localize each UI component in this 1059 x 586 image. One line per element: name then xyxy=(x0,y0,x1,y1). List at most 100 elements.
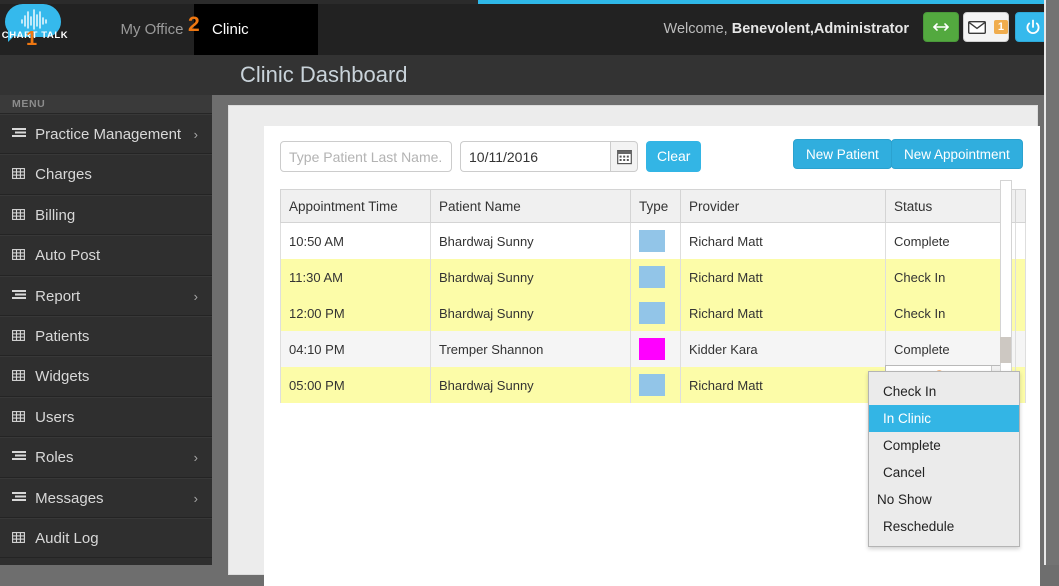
table-row[interactable]: 12:00 PM Bhardwaj Sunny Richard Matt Che… xyxy=(280,295,1026,331)
tab-clinic-dashboard[interactable]: Clinic Dashboard xyxy=(194,4,318,89)
dropdown-option-in-clinic[interactable]: In Clinic xyxy=(869,405,1019,432)
cell-appointment-time[interactable]: 11:30 AM xyxy=(280,259,431,295)
sidebar-heading: MENU xyxy=(0,95,212,114)
chevron-right-icon: › xyxy=(193,450,198,466)
tab-my-office[interactable]: My Office xyxy=(110,4,194,55)
left-right-arrow-icon xyxy=(933,23,949,31)
column-header-status[interactable]: Status xyxy=(885,189,1016,223)
cell-appointment-time[interactable]: 10:50 AM xyxy=(280,222,431,259)
waveform-icon xyxy=(21,9,47,30)
cell-status[interactable]: Check In xyxy=(885,259,1016,295)
sidebar-item-messages[interactable]: Messages › xyxy=(0,477,212,519)
sidebar-item-label: Roles xyxy=(35,449,74,467)
cell-provider: Richard Matt xyxy=(680,222,886,259)
column-header-appointment-time[interactable]: Appointment Time xyxy=(280,189,431,223)
type-color-swatch xyxy=(639,374,665,396)
sidebar-item-widgets[interactable]: Widgets xyxy=(0,356,212,397)
sidebar-item-charges[interactable]: Charges xyxy=(0,154,212,195)
list-icon xyxy=(12,277,31,317)
cell-appointment-time[interactable]: 12:00 PM xyxy=(280,295,431,331)
sidebar-item-auto-post[interactable]: Auto Post xyxy=(0,235,212,276)
table-scrollbar-thumb[interactable] xyxy=(1000,337,1011,363)
sidebar-item-users[interactable]: Users xyxy=(0,396,212,438)
appointment-date-input[interactable] xyxy=(460,141,610,172)
type-color-swatch xyxy=(639,230,665,252)
grid-icon xyxy=(12,196,31,236)
table-row[interactable]: 04:10 PM Tremper Shannon Kidder Kara Com… xyxy=(280,331,1026,367)
sidebar-item-label: Patients xyxy=(35,327,90,345)
clear-button[interactable]: Clear xyxy=(646,141,702,172)
new-patient-button[interactable]: New Patient xyxy=(793,139,892,169)
table-header-row: Appointment Time Patient Name Type Provi… xyxy=(280,189,1026,223)
status-dropdown-list[interactable]: Check In In Clinic Complete Cancel No Sh… xyxy=(868,371,1020,547)
page-title-band xyxy=(0,55,1059,95)
column-header-type[interactable]: Type xyxy=(630,189,681,223)
dropdown-option-cancel[interactable]: Cancel xyxy=(869,459,1019,486)
calendar-icon xyxy=(616,149,632,164)
sidebar-item-label: Users xyxy=(35,408,75,426)
cell-patient-name[interactable]: Tremper Shannon xyxy=(430,331,631,367)
list-icon xyxy=(12,115,31,155)
type-color-swatch xyxy=(639,302,665,324)
grid-icon xyxy=(12,236,31,276)
sidebar-item-roles[interactable]: Roles › xyxy=(0,437,212,478)
cell-spacer xyxy=(1015,331,1026,367)
calendar-picker-button[interactable] xyxy=(610,141,638,172)
cell-patient-name[interactable]: Bhardwaj Sunny xyxy=(430,367,631,403)
dropdown-option-check-in[interactable]: Check In xyxy=(869,378,1019,405)
sidebar-item-label: Practice Management xyxy=(35,126,182,143)
cell-appointment-time[interactable]: 04:10 PM xyxy=(280,331,431,367)
sidebar: MENU Practice Management › Charges Billi… xyxy=(0,95,212,565)
dropdown-option-no-show[interactable]: No Show xyxy=(869,486,1019,513)
sidebar-item-label: Billing xyxy=(35,206,76,224)
page-scrollbar-thumb[interactable] xyxy=(1046,0,1059,565)
chevron-right-icon: › xyxy=(193,288,198,304)
cell-status[interactable]: Complete xyxy=(885,331,1016,367)
messages-button[interactable]: 1 xyxy=(963,12,1009,42)
grid-icon xyxy=(12,519,31,559)
annotation-marker-2: 2 xyxy=(188,13,200,36)
dropdown-option-reschedule[interactable]: Reschedule xyxy=(869,513,1019,540)
type-color-swatch xyxy=(639,266,665,288)
table-row[interactable]: 11:30 AM Bhardwaj Sunny Richard Matt Che… xyxy=(280,259,1026,295)
message-count-badge: 1 xyxy=(993,20,1008,34)
cell-status[interactable]: Check In xyxy=(885,295,1016,331)
sidebar-item-label: Report xyxy=(35,287,81,305)
cell-provider: Richard Matt xyxy=(680,295,886,331)
grid-icon xyxy=(12,155,31,195)
sidebar-gutter xyxy=(212,95,222,565)
resize-button[interactable] xyxy=(923,12,959,42)
sidebar-item-patients[interactable]: Patients xyxy=(0,315,212,357)
welcome-text: Welcome, Benevolent,Administrator xyxy=(664,4,909,55)
sidebar-item-practice-management[interactable]: Practice Management › xyxy=(0,114,212,155)
sidebar-item-billing[interactable]: Billing xyxy=(0,194,212,236)
cell-provider: Kidder Kara xyxy=(680,331,886,367)
dropdown-option-complete[interactable]: Complete xyxy=(869,432,1019,459)
cell-appointment-time[interactable]: 05:00 PM xyxy=(280,367,431,403)
chevron-right-icon: › xyxy=(193,127,198,142)
page-title: Clinic Dashboard xyxy=(240,62,408,87)
envelope-icon xyxy=(968,20,987,34)
cell-type xyxy=(630,295,681,331)
cell-type xyxy=(630,367,681,403)
column-header-patient-name[interactable]: Patient Name xyxy=(430,189,631,223)
new-appointment-button[interactable]: New Appointment xyxy=(891,139,1023,169)
sidebar-item-audit-log[interactable]: Audit Log xyxy=(0,517,212,559)
list-icon xyxy=(12,479,31,519)
sidebar-item-report[interactable]: Report › xyxy=(0,275,212,317)
cell-status[interactable]: Complete xyxy=(885,222,1016,259)
cell-type xyxy=(630,222,681,259)
sidebar-item-label: Charges xyxy=(35,166,92,184)
chevron-right-icon: › xyxy=(193,490,198,506)
welcome-prefix: Welcome, xyxy=(663,21,732,37)
cell-provider: Richard Matt xyxy=(680,259,886,295)
sidebar-item-label: Auto Post xyxy=(35,247,101,265)
cell-type xyxy=(630,259,681,295)
cell-patient-name[interactable]: Bhardwaj Sunny xyxy=(430,259,631,295)
column-header-provider[interactable]: Provider xyxy=(680,189,886,223)
cell-patient-name[interactable]: Bhardwaj Sunny xyxy=(430,222,631,259)
cell-patient-name[interactable]: Bhardwaj Sunny xyxy=(430,295,631,331)
grid-icon xyxy=(12,357,31,397)
patient-last-name-input[interactable] xyxy=(280,141,452,172)
table-row[interactable]: 10:50 AM Bhardwaj Sunny Richard Matt Com… xyxy=(280,222,1026,259)
